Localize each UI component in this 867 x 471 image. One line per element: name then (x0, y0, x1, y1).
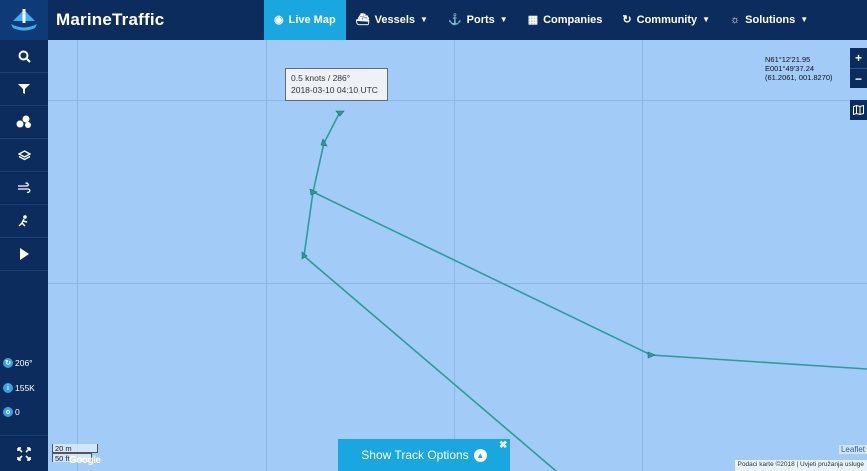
nav-solutions-label: Solutions (745, 14, 796, 26)
lighthouse-stat: o 0 (3, 407, 20, 417)
info-icon: i (3, 383, 13, 393)
map-icon (853, 105, 864, 115)
weather-icon (18, 215, 28, 227)
nav-ports[interactable]: ⚓ Ports ▼ (438, 0, 518, 40)
wind-icon (18, 182, 31, 194)
weather-button[interactable] (0, 205, 48, 238)
map-tools-sidebar: ↻ 206° i 155K o 0 (0, 40, 48, 471)
filter-button[interactable] (0, 73, 48, 106)
live-map-icon: ◉ (274, 14, 284, 26)
brand-name[interactable]: MarineTraffic (56, 0, 164, 40)
building-icon: ▦ (527, 14, 539, 26)
chevron-up-icon: ▲ (473, 448, 487, 462)
map-canvas[interactable]: 0.5 knots / 286° 2018-03-10 04:10 UTC N6… (48, 40, 867, 471)
chevron-down-icon: ▼ (420, 15, 428, 24)
nav-solutions[interactable]: ☼ Solutions ▼ (720, 0, 818, 40)
track-point-marker (335, 110, 345, 117)
vessels-cluster-button[interactable] (0, 106, 48, 139)
scale-metric: 20 m (52, 444, 98, 453)
latitude-readout: N61°12'21.95 (765, 55, 811, 64)
fullscreen-button[interactable] (0, 435, 48, 471)
close-icon[interactable]: ✖ (499, 440, 507, 451)
fullscreen-icon (17, 446, 31, 461)
wind-button[interactable] (0, 172, 48, 205)
layers-icon (17, 149, 31, 160)
marinetraffic-logo-icon[interactable] (0, 0, 48, 40)
community-icon: ↻ (622, 14, 632, 26)
longitude-readout: E001°49'37.24 (765, 64, 815, 73)
lifebuoy-icon: o (3, 407, 13, 417)
map-data-attribution[interactable]: Podaci karte ©2018 | Uvjeti pružanja usl… (734, 460, 867, 471)
tooltip-speed-course: 0.5 knots / 286° (291, 73, 351, 83)
search-button[interactable] (0, 40, 48, 73)
nav-companies-label: Companies (543, 14, 603, 26)
ship-icon: ⛴ (355, 14, 370, 26)
search-icon (18, 50, 31, 63)
chevron-down-icon: ▼ (499, 15, 508, 24)
nav-community-label: Community (636, 14, 698, 26)
decimal-coords-readout: (61.2061, 001.8270) (765, 73, 833, 82)
lighthouse-value: 0 (15, 407, 20, 417)
nav-community[interactable]: ↻ Community ▼ (612, 0, 720, 40)
play-icon (20, 248, 29, 260)
vessels-count-value: 155K (15, 383, 35, 393)
track-point-tooltip: 0.5 knots / 286° 2018-03-10 04:10 UTC (285, 68, 388, 101)
nav-vessels[interactable]: ⛴ Vessels ▼ (346, 0, 438, 40)
show-track-options-button[interactable]: Show Track Options ▲ (338, 439, 510, 471)
track-options-label: Show Track Options (361, 448, 469, 462)
layers-button[interactable] (0, 139, 48, 172)
vessel-track[interactable] (48, 40, 867, 471)
tooltip-timestamp: 2018-03-10 04:10 UTC (291, 85, 378, 95)
top-navigation-bar: MarineTraffic ◉ Live Map ⛴ Vessels ▼ ⚓ P… (0, 0, 867, 40)
heading-stat: ↻ 206° (3, 358, 33, 368)
google-logo: Google (69, 455, 101, 466)
nav-live-map[interactable]: ◉ Live Map (264, 0, 346, 40)
chevron-down-icon: ▼ (800, 15, 809, 24)
lightbulb-icon: ☼ (730, 14, 741, 26)
vessels-count-stat: i 155K (3, 383, 35, 393)
nav-companies[interactable]: ▦ Companies (518, 0, 613, 40)
leaflet-attribution-link[interactable]: Leaflet (838, 445, 867, 454)
vessels-cluster-icon (16, 115, 31, 128)
cursor-coordinates: N61°12'21.95 E001°49'37.24 (61.2061, 001… (765, 55, 833, 82)
heading-value: 206° (15, 358, 33, 368)
play-button[interactable] (0, 238, 48, 271)
map-layers-button[interactable] (850, 100, 867, 120)
zoom-out-button[interactable]: − (850, 68, 867, 88)
anchor-icon: ⚓ (447, 14, 462, 26)
zoom-in-button[interactable]: + (850, 48, 867, 68)
nav-vessels-label: Vessels (374, 14, 416, 26)
filter-icon (18, 84, 30, 94)
chevron-down-icon: ▼ (702, 15, 711, 24)
zoom-control: + − (850, 48, 867, 88)
rotate-icon: ↻ (3, 358, 13, 368)
main-nav: ◉ Live Map ⛴ Vessels ▼ ⚓ Ports ▼ ▦ Compa… (264, 0, 818, 40)
nav-ports-label: Ports (466, 14, 495, 26)
nav-live-map-label: Live Map (288, 14, 336, 26)
track-point-marker (647, 351, 656, 359)
